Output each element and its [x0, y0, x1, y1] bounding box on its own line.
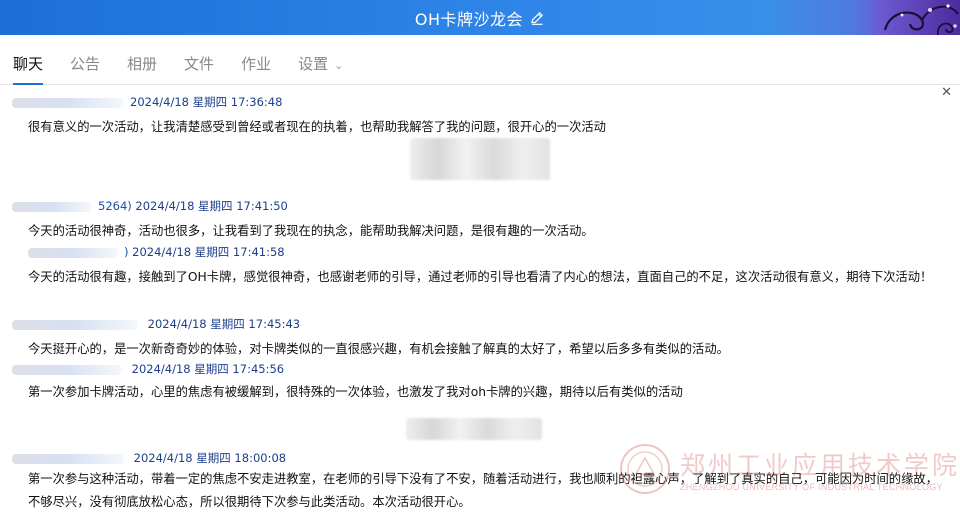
message-time: 2024/4/18 星期四 17:41:58	[132, 245, 285, 259]
sender-avatar-blur	[12, 453, 124, 464]
message-text: 今天挺开心的，是一次新奇奇妙的体验，对卡牌类似的一直很感兴趣，有机会接触了解真的…	[28, 342, 729, 356]
message-header: 2024/4/18 星期四 17:45:43	[12, 316, 300, 332]
blurred-image[interactable]	[406, 418, 542, 440]
message-time: 2024/4/18 星期四 17:45:56	[131, 362, 285, 376]
sender-name: 5264)	[98, 199, 132, 213]
chevron-down-icon: ⌄	[334, 59, 344, 72]
tab-files-label: 文件	[184, 55, 215, 73]
message-header: 5264) 2024/4/18 星期四 17:41:50	[12, 198, 288, 214]
tab-settings-label: 设置	[298, 55, 329, 73]
message-header: ) 2024/4/18 星期四 17:41:58	[28, 244, 285, 260]
pencil-icon[interactable]	[529, 10, 545, 26]
tab-homework-label: 作业	[241, 55, 272, 73]
message-text: 今天的活动很神奇，活动也很多，让我看到了我现在的执念，能帮助我解决问题，是很有趣…	[28, 224, 594, 238]
tab-bar: 聊天 公告 相册 文件 作业 设置 ⌄	[0, 35, 960, 85]
decorative-swirl-image	[830, 0, 960, 35]
message-time: 2024/4/18 星期四 18:00:08	[133, 451, 287, 465]
sender-avatar-blur	[12, 319, 138, 330]
sender-avatar-blur	[12, 364, 122, 375]
message-list: 2024/4/18 星期四 17:36:48 很有意义的一次活动，让我清楚感受到…	[0, 88, 960, 522]
tab-settings[interactable]: 设置 ⌄	[298, 44, 343, 84]
message-header: 2024/4/18 星期四 18:00:08	[12, 450, 286, 466]
message-header: 2024/4/18 星期四 17:45:56	[12, 361, 284, 377]
message-text: 第一次参与这种活动，带着一定的焦虑不安走进教室，在老师的引导下没有了不安，随着活…	[28, 472, 938, 509]
tab-album[interactable]: 相册	[127, 44, 157, 84]
sender-avatar-blur	[28, 247, 118, 258]
message-text: 第一次参加卡牌活动，心里的焦虑有被缓解到，很特殊的一次体验，也激发了我对oh卡牌…	[28, 385, 683, 399]
message-time: 2024/4/18 星期四 17:41:50	[135, 199, 288, 213]
message-time: 2024/4/18 星期四 17:36:48	[130, 95, 283, 109]
message-text: 今天的活动很有趣，接触到了OH卡牌，感觉很神奇，也感谢老师的引导，通过老师的引导…	[28, 270, 933, 284]
sender-avatar-blur	[12, 201, 92, 212]
window-title: OH卡牌沙龙会	[414, 9, 524, 29]
message-header: 2024/4/18 星期四 17:36:48	[12, 94, 282, 110]
tab-chat-label: 聊天	[13, 55, 44, 73]
blurred-image[interactable]	[410, 138, 550, 180]
message-time: 2024/4/18 星期四 17:45:43	[147, 317, 301, 331]
tab-announcement[interactable]: 公告	[70, 44, 100, 84]
tab-chat[interactable]: 聊天	[13, 44, 44, 85]
tab-homework[interactable]: 作业	[241, 44, 271, 84]
sender-name: )	[124, 245, 129, 259]
tab-files[interactable]: 文件	[184, 44, 214, 84]
message-text: 很有意义的一次活动，让我清楚感受到曾经或者现在的执着，也帮助我解答了我的问题，很…	[28, 120, 606, 134]
tab-announcement-label: 公告	[70, 55, 101, 73]
sender-avatar-blur	[12, 97, 124, 108]
title-bar: OH卡牌沙龙会	[0, 0, 960, 35]
tab-album-label: 相册	[127, 55, 158, 73]
